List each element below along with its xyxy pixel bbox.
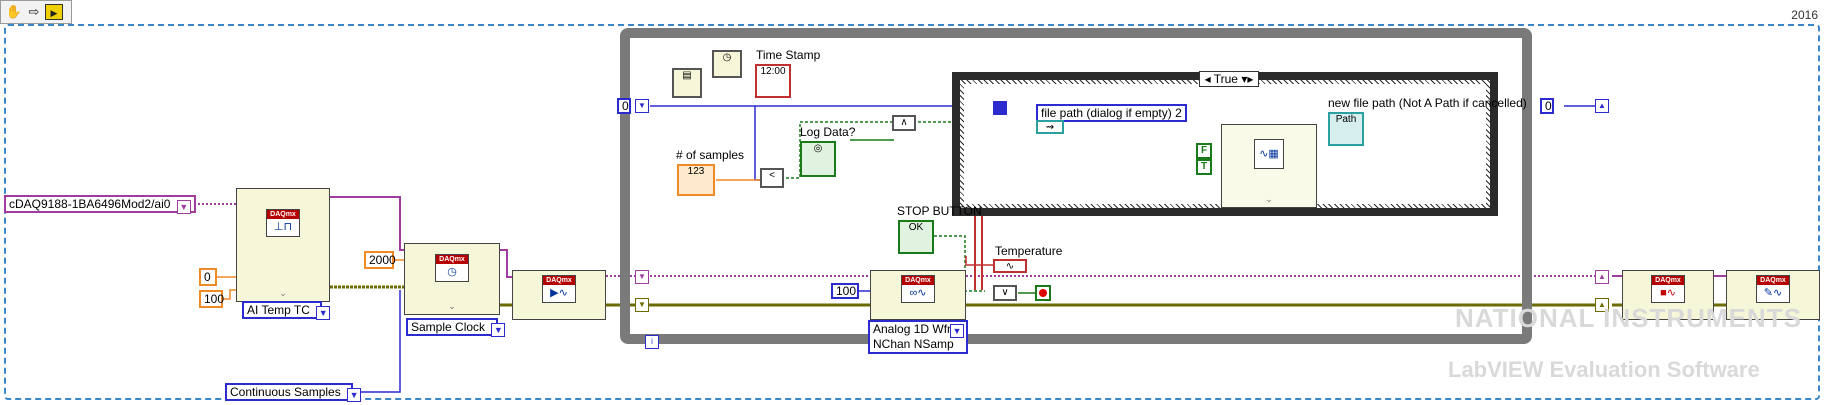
expand-chevron-icon: ⌄ [1265,194,1273,204]
daqmx-badge: DAQmx ■∿ [1651,275,1685,303]
labview-evaluation-watermark: LabVIEW Evaluation Software [1448,357,1760,382]
log-data-label: Log Data? [800,125,856,139]
daqmx-badge: DAQmx ∞∿ [901,275,935,303]
daqmx-badge-text: DAQmx [267,210,299,219]
case-selector-terminal [993,101,1007,115]
temperature-graph-indicator: ∿ [993,259,1027,273]
physical-channel-value: cDAQ9188-1BA6496Mod2/ai0 [9,197,171,211]
false-constant[interactable]: F [1196,143,1212,159]
case-selector-label: True [1213,72,1238,86]
task-tunnel-in-icon: ▼ [635,270,649,284]
true-constant[interactable]: T [1196,159,1212,175]
get-date-time-icon: ▤ [672,68,702,98]
waveform-file-glyph: ∿▦ [1259,148,1279,160]
shift-register-left-icon: ▼ [635,99,649,113]
min-value-control[interactable]: 0 [199,268,217,286]
timing-to-start-wire [498,249,512,278]
daqmx-badge-text: DAQmx [1757,276,1789,285]
file-path-label: file path (dialog if empty) 2 [1041,106,1182,120]
samples-per-read-constant[interactable]: 100 [831,283,859,299]
sample-mode-wire [355,290,401,393]
task-tunnel-out-icon: ▲ [1595,270,1609,284]
daqmx-badge: DAQmx ⊥⊓ [266,209,300,237]
eraser-icon: ✎∿ [1763,287,1783,299]
stop-square-icon: ■∿ [1660,287,1676,299]
daqmx-badge: DAQmx ▶∿ [542,275,576,303]
new-file-path-indicator: Path [1328,112,1364,146]
time-stamp-label: Time Stamp [756,48,821,62]
samples-label: # of samples [676,148,745,162]
temperature-label: Temperature [995,244,1063,258]
daqmx-badge-text: DAQmx [902,276,934,285]
shift-register-init-constant[interactable]: 0 [617,98,631,114]
timing-selector[interactable]: Sample Clock ▼ [406,318,506,337]
expand-chevron-icon: ⌄ [448,301,456,311]
shift-register-out-constant[interactable]: 0 [1540,98,1554,114]
read-glasses-icon: ∞∿ [909,287,927,299]
chevron-down-icon[interactable]: ▼ [491,323,506,337]
waveform-file-icon: ∿▦ [1254,139,1284,169]
play-icon: ▶∿ [550,287,568,299]
sample-mode-control[interactable]: Continuous Samples ▼ [225,383,362,402]
loop-stop-terminal [1035,285,1051,301]
daqmx-badge: DAQmx ◷ [435,254,469,282]
chevron-down-icon[interactable]: ▼ [316,306,331,320]
daqmx-badge-text: DAQmx [543,276,575,285]
format-date-time-icon: ◷ [712,50,742,78]
chevron-down-icon[interactable]: ▼ [950,324,964,338]
timing-selector-label: Sample Clock [411,320,486,334]
file-dialog-vi[interactable]: ∿▦ ⌄ [1221,124,1317,208]
time-stamp-indicator: 12:00 [755,64,791,98]
daqmx-badge: DAQmx ✎∿ [1756,275,1790,303]
stop-button-label: STOP BUTTON [897,204,982,218]
case-selector[interactable]: ◂ True ▾▸ [1199,71,1259,87]
read-selector-line2: NChan NSamp [873,337,954,351]
physical-channel-control[interactable]: cDAQ9188-1BA6496Mod2/ai0 ▼ [4,195,196,214]
stop-dot-icon [1039,289,1047,297]
chevron-down-icon[interactable]: ▼ [176,200,191,214]
sample-mode-label: Continuous Samples [230,385,341,399]
log-data-toggle[interactable]: ◎ [800,141,836,177]
or-function-icon: ∨ [993,285,1017,301]
samples-indicator: 123 [677,164,715,196]
max-value-control[interactable]: 100 [199,290,224,308]
read-selector[interactable]: Analog 1D Wfm NChan NSamp ▼ [868,320,968,354]
clock-icon: ◷ [447,266,457,278]
daqmx-badge-text: DAQmx [436,255,468,264]
daqmx-badge-text: DAQmx [1652,276,1684,285]
create-to-timing-wire [330,196,404,251]
daqmx-create-channel-vi[interactable]: DAQmx ⊥⊓ ⌄ [236,188,330,302]
loop-iteration-terminal: i [645,335,659,349]
chevron-down-icon[interactable]: ▼ [347,388,362,402]
daqmx-timing-vi[interactable]: DAQmx ◷ ⌄ [404,243,500,315]
compare-less-icon: < [760,168,784,188]
expand-chevron-icon: ⌄ [279,288,287,298]
create-channel-selector-label: AI Temp TC [247,303,310,317]
file-path-control[interactable]: ⇝ [1036,120,1064,134]
and-function-icon: ∧ [892,115,916,131]
ni-watermark-logo: NATIONAL INSTRUMENTS [1455,303,1802,333]
thermocouple-icon: ⊥⊓ [273,221,293,233]
error-tunnel-in-icon: ▼ [635,298,649,312]
new-file-path-label: new file path (Not A Path if cancelled) [1328,96,1527,110]
create-channel-selector[interactable]: AI Temp TC ▼ [242,301,331,320]
shift-register-right-icon: ▲ [1595,99,1609,113]
rate-control[interactable]: 2000 [364,251,396,269]
stop-button[interactable]: OK [898,220,934,254]
daqmx-read-vi[interactable]: DAQmx ∞∿ [870,270,966,320]
daqmx-start-task-vi[interactable]: DAQmx ▶∿ [512,270,606,320]
